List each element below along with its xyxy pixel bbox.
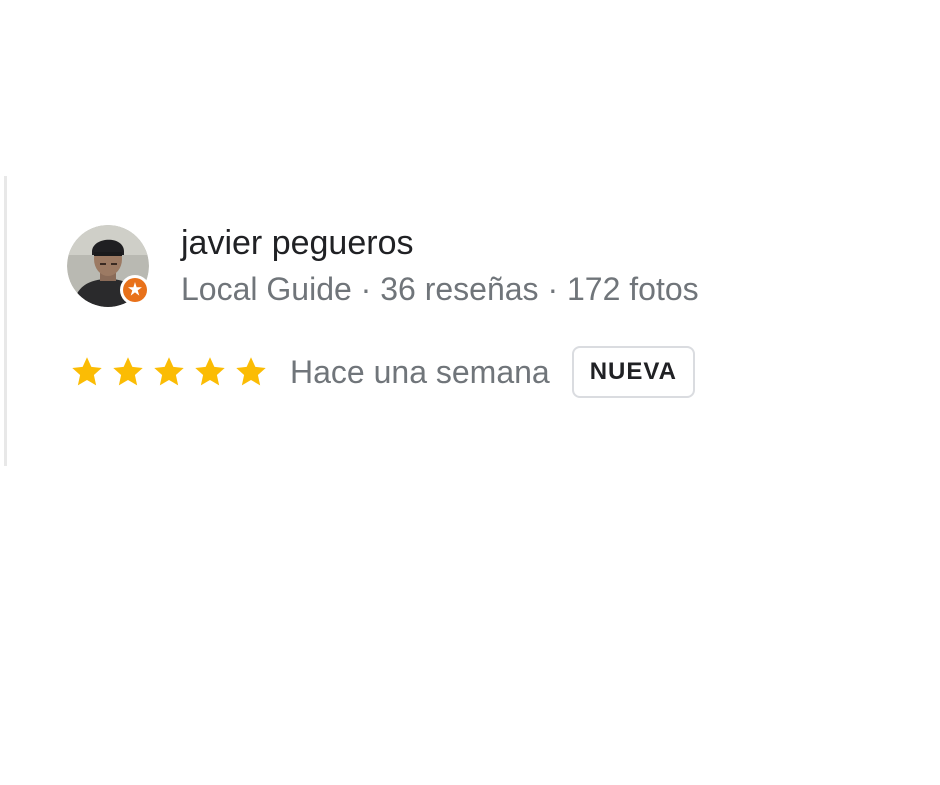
reviewer-name[interactable]: javier pegueros [181,222,699,264]
reviewer-header: javier pegueros Local Guide · 36 reseñas… [67,222,699,310]
review-date: Hace una semana [290,353,550,390]
reviewer-meta: Local Guide · 36 reseñas · 172 fotos [181,271,699,307]
star-icon [72,357,102,386]
star-icon [113,357,143,386]
star-rating [69,354,274,390]
star-icon [195,357,225,386]
rating-row: Hace una semana NUEVA [69,346,695,398]
reviewer-avatar[interactable] [67,225,150,307]
local-guide-badge-icon [120,275,150,305]
new-badge: NUEVA [571,346,695,398]
reviewer-info: javier pegueros Local Guide · 36 reseñas… [181,222,699,310]
star-icon [154,357,184,386]
review-card: javier pegueros Local Guide · 36 reseñas… [4,176,907,466]
star-icon [236,357,266,386]
